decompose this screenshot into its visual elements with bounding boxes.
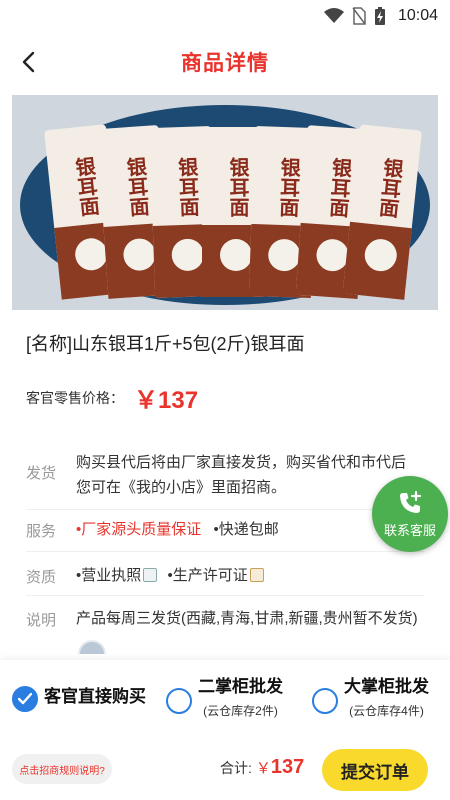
contact-service-label: 联系客服 [383, 522, 436, 538]
service-tags: •厂家源头质量保证 •快递包邮 [76, 517, 424, 551]
note-text: 产品每周三发货(西藏,青海,甘肃,新疆,贵州暂不发货) [76, 610, 418, 627]
phone-plus-icon [400, 490, 422, 513]
option-direct-buy[interactable]: 客官直接购买 [12, 686, 146, 712]
info-shipping: 发货 购买县代后将由厂家直接发货，购买省代和市代后您可在《我的小店》里面招商。 [26, 450, 424, 510]
svg-text:银耳面: 银耳面 [226, 156, 250, 217]
contact-service-button[interactable]: 联系客服 [372, 476, 448, 552]
chevron-left-icon [22, 51, 35, 73]
info-label-qualification: 资质 [26, 569, 57, 586]
shipping-text: 购买县代后将由厂家直接发货，购买省代和市代后您可在《我的小店》里面招商。 [76, 454, 407, 496]
purchase-options: 客官直接购买 二掌柜批发 (云仓库存2件) 大掌柜批发 (云仓库存4件) [0, 660, 450, 740]
page-title: 商品详情 [181, 52, 269, 75]
info-label-service: 服务 [26, 523, 57, 540]
info-qualification: 资质 •营业执照 •生产许可证 [26, 560, 424, 596]
product-image[interactable]: 银耳面 银耳面 银耳面 银耳面 银耳面 银耳面 银耳面 [12, 95, 438, 310]
wifi-icon [323, 8, 344, 24]
total-label: 合计: [220, 760, 252, 776]
certificate-icon [249, 568, 264, 582]
qualification-tags: •营业执照 •生产许可证 [76, 563, 424, 595]
price-label: 客官零售价格： [26, 389, 124, 406]
price-value: ￥137 [134, 387, 199, 414]
avatar [78, 640, 106, 654]
info-label-shipping: 发货 [26, 465, 57, 482]
info-service: 服务 •厂家源头质量保证 •快递包邮 [26, 516, 424, 552]
option-title: 大掌柜批发 [344, 677, 429, 696]
info-note: 说明 产品每周三发货(西藏,青海,甘肃,新疆,贵州暂不发货) [26, 604, 424, 638]
svg-text:银耳面: 银耳面 [174, 155, 200, 217]
rules-button[interactable]: 点击招商规则说明? [12, 754, 112, 784]
qualification-license[interactable]: •营业执照 [76, 567, 158, 584]
no-sim-icon [352, 7, 366, 25]
svg-text:银耳面: 银耳面 [123, 154, 151, 217]
order-total: 合计: ￥ 137 [220, 756, 304, 779]
svg-text:银耳面: 银耳面 [276, 155, 302, 217]
option-first-wholesale[interactable]: 大掌柜批发 (云仓库存4件) [312, 676, 429, 719]
license-doc-icon [143, 568, 158, 582]
order-footer: 点击招商规则说明? 合计: ￥ 137 提交订单 [0, 740, 450, 800]
back-button[interactable] [12, 46, 44, 78]
service-tag-shipping: •快递包邮 [213, 521, 279, 538]
svg-text:银耳面: 银耳面 [325, 155, 353, 218]
radio-checked-icon [12, 686, 38, 712]
page-header: 商品详情 [0, 36, 450, 88]
status-bar: 10:04 [0, 0, 450, 32]
product-name: [名称]山东银耳1斤+5包(2斤)银耳面 [26, 334, 305, 354]
option-title: 客官直接购买 [44, 687, 146, 706]
battery-charging-icon [374, 6, 386, 26]
radio-unchecked-icon [312, 688, 338, 714]
option-stock: (云仓库存2件) [203, 704, 278, 718]
radio-unchecked-icon [166, 688, 192, 714]
status-time: 10:04 [397, 7, 438, 24]
total-value: 137 [270, 756, 305, 778]
submit-order-button[interactable]: 提交订单 [322, 749, 428, 791]
total-currency: ￥ [255, 760, 271, 777]
option-title: 二掌柜批发 [198, 677, 283, 696]
info-label-note: 说明 [26, 612, 57, 629]
service-tag-quality: •厂家源头质量保证 [76, 521, 202, 538]
price-row: 客官零售价格： ￥137 [26, 380, 198, 415]
option-second-wholesale[interactable]: 二掌柜批发 (云仓库存2件) [166, 676, 283, 719]
qualification-permit[interactable]: •生产许可证 [167, 567, 264, 584]
option-stock: (云仓库存4件) [349, 704, 424, 718]
